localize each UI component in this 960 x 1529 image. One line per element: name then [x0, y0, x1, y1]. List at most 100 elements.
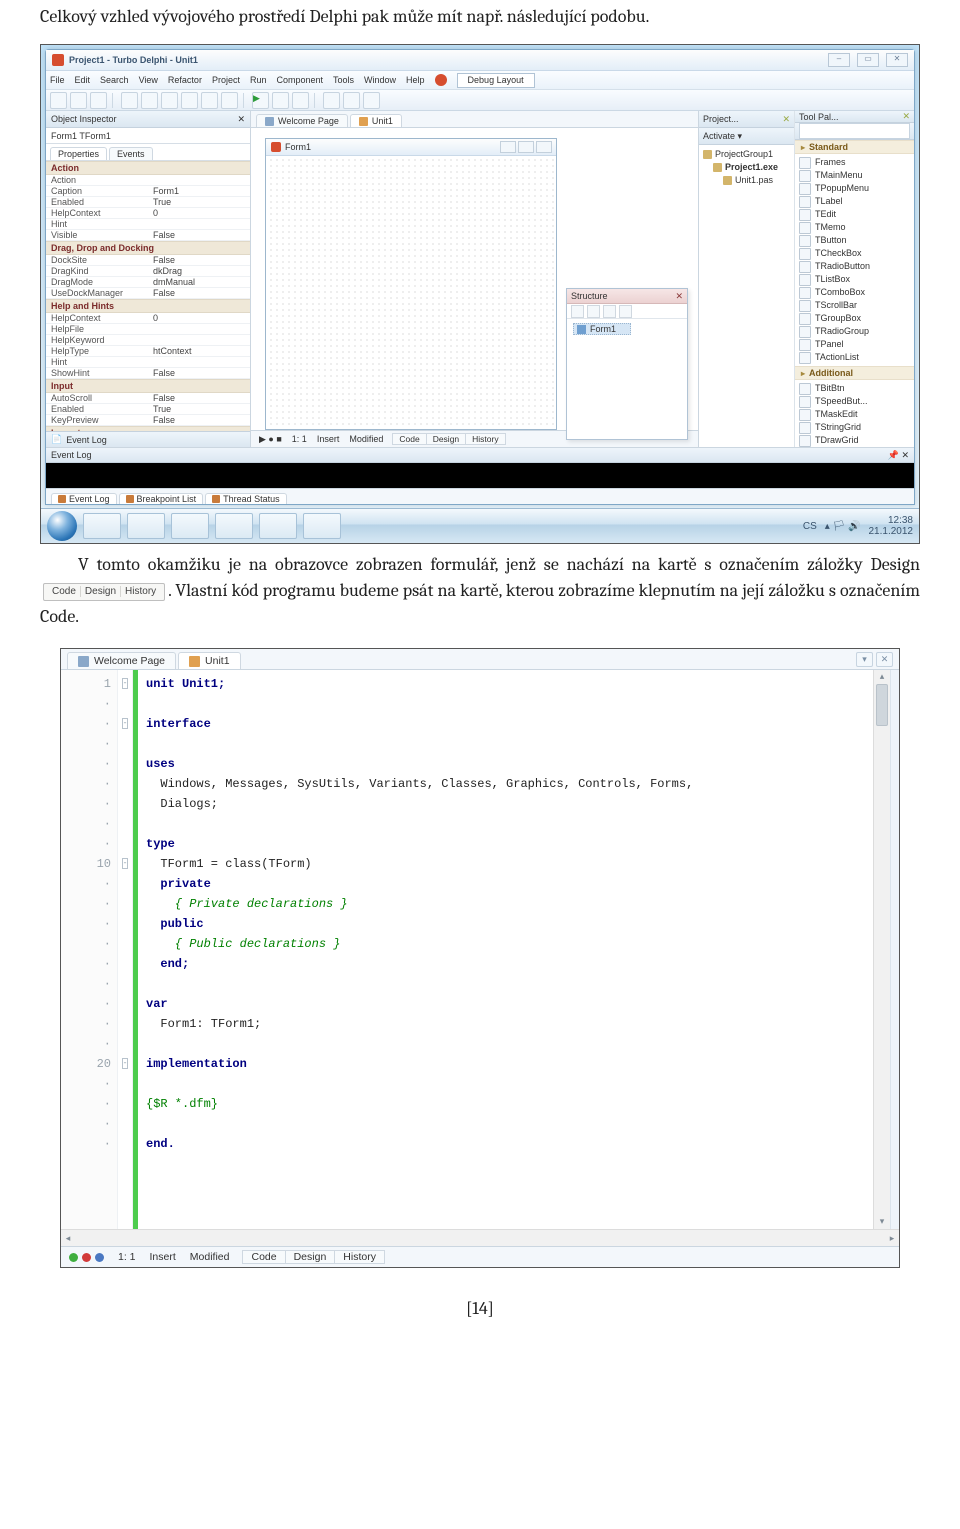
menu-edit[interactable]: Edit	[75, 75, 91, 85]
palette-item[interactable]: TActionList	[799, 351, 910, 364]
horizontal-scrollbar[interactable]: ◂▸	[61, 1229, 899, 1246]
taskbar-button[interactable]	[83, 513, 121, 539]
close-button[interactable]: ✕	[886, 53, 908, 67]
palette-item[interactable]: TEdit	[799, 208, 910, 221]
form-close[interactable]	[536, 141, 552, 153]
tray-clock[interactable]: 12:3821.1.2012	[869, 515, 914, 537]
oi-cat-input[interactable]: Input	[46, 379, 250, 393]
palette-item[interactable]: Frames	[799, 156, 910, 169]
palette-item[interactable]: TListBox	[799, 273, 910, 286]
tab-welcome[interactable]: Welcome Page	[94, 655, 165, 667]
structure-btn[interactable]	[619, 305, 632, 318]
tool-btn[interactable]	[70, 92, 87, 109]
palette-item[interactable]: TScrollBar	[799, 299, 910, 312]
bottom-tab-eventlog[interactable]: Event Log	[51, 493, 117, 504]
oi-property-grid[interactable]: Action Action CaptionForm1 EnabledTrue H…	[46, 161, 250, 431]
tree-projectgroup[interactable]: ProjectGroup1	[715, 148, 773, 161]
tool-btn[interactable]	[343, 92, 360, 109]
menu-file[interactable]: File	[50, 75, 65, 85]
form-min[interactable]	[500, 141, 516, 153]
palette-item[interactable]: TRadioButton	[799, 260, 910, 273]
palette-item[interactable]: TRadioGroup	[799, 325, 910, 338]
form1-window[interactable]: Form1	[265, 138, 557, 430]
tab-dropdown-icon[interactable]: ▾	[856, 652, 873, 667]
pal-cat-standard[interactable]: Standard	[795, 140, 914, 154]
structure-btn[interactable]	[587, 305, 600, 318]
structure-close-icon[interactable]: ✕	[675, 291, 683, 302]
tool-btn[interactable]	[161, 92, 178, 109]
palette-item[interactable]: TMaskEdit	[799, 408, 910, 421]
oi-tab-properties[interactable]: Properties	[50, 147, 107, 160]
eventlog-close-icon[interactable]: 📌 ✕	[888, 450, 909, 461]
eventlog-body[interactable]	[46, 463, 914, 488]
pause-button[interactable]	[272, 92, 289, 109]
palette-item[interactable]: TPopupMenu	[799, 182, 910, 195]
menu-run[interactable]: Run	[250, 75, 267, 85]
palette-item[interactable]: TGroupBox	[799, 312, 910, 325]
tool-btn[interactable]	[121, 92, 138, 109]
taskbar-button[interactable]	[215, 513, 253, 539]
oi-tab-events[interactable]: Events	[109, 147, 153, 160]
proj-pin-icon[interactable]: ✕	[782, 114, 790, 125]
menu-window[interactable]: Window	[364, 75, 396, 85]
menu-help[interactable]: Help	[406, 75, 425, 85]
oi-cat-help[interactable]: Help and Hints	[46, 299, 250, 313]
code-text[interactable]: unit Unit1; interface uses Windows, Mess…	[138, 670, 873, 1229]
tool-btn[interactable]	[221, 92, 238, 109]
palette-item[interactable]: TDrawGrid	[799, 434, 910, 447]
menu-tools[interactable]: Tools	[333, 75, 354, 85]
structure-panel[interactable]: Structure✕ Form1	[566, 288, 688, 440]
minimize-button[interactable]: –	[828, 53, 850, 67]
palette-item[interactable]: TBitBtn	[799, 382, 910, 395]
menu-refactor[interactable]: Refactor	[168, 75, 202, 85]
palette-item[interactable]: TPanel	[799, 338, 910, 351]
code-editor[interactable]: 1········ 10········· 20···· - - - - uni…	[61, 670, 899, 1229]
structure-btn[interactable]	[603, 305, 616, 318]
oi-cat-action[interactable]: Action	[46, 161, 250, 175]
view-tab-design[interactable]: Design	[426, 433, 466, 445]
bottom-tab-threads[interactable]: Thread Status	[205, 493, 287, 504]
fold-gutter[interactable]: - - - -	[118, 670, 133, 1229]
start-button[interactable]	[47, 511, 77, 541]
tool-btn[interactable]	[90, 92, 107, 109]
tool-btn[interactable]	[141, 92, 158, 109]
layout-combo[interactable]: Debug Layout	[457, 73, 535, 88]
bottom-tab-breakpoints[interactable]: Breakpoint List	[119, 493, 204, 504]
palette-item[interactable]: TLabel	[799, 195, 910, 208]
pal-pin-icon[interactable]: ✕	[902, 111, 910, 122]
tool-btn[interactable]	[323, 92, 340, 109]
palette-item[interactable]: TMemo	[799, 221, 910, 234]
tab-close-icon[interactable]: ✕	[876, 652, 893, 667]
vertical-scrollbar[interactable]: ▴▾	[873, 670, 890, 1229]
palette-item[interactable]: TStringGrid	[799, 421, 910, 434]
view-tab-history[interactable]: History	[334, 1250, 385, 1264]
palette-item[interactable]: TMainMenu	[799, 169, 910, 182]
form-max[interactable]	[518, 141, 534, 153]
tool-btn[interactable]	[50, 92, 67, 109]
palette-item[interactable]: TSpeedBut...	[799, 395, 910, 408]
view-tab-code[interactable]: Code	[392, 433, 426, 445]
eventlog-tab[interactable]: Event Log	[66, 435, 107, 445]
menu-component[interactable]: Component	[276, 75, 323, 85]
view-tab-history[interactable]: History	[465, 433, 505, 445]
pal-search-input[interactable]	[799, 123, 910, 139]
view-tab-design[interactable]: Design	[285, 1250, 336, 1264]
menu-view[interactable]: View	[139, 75, 158, 85]
palette-item[interactable]: TCheckBox	[799, 247, 910, 260]
oi-close-icon[interactable]: ✕	[237, 114, 245, 125]
palette-item[interactable]: TComboBox	[799, 286, 910, 299]
view-tab-code[interactable]: Code	[242, 1250, 285, 1264]
taskbar-button[interactable]	[127, 513, 165, 539]
tool-btn[interactable]	[181, 92, 198, 109]
pal-cat-additional[interactable]: Additional	[795, 366, 914, 380]
tool-btn[interactable]	[201, 92, 218, 109]
tab-unit1[interactable]: Unit1	[205, 655, 230, 667]
structure-btn[interactable]	[571, 305, 584, 318]
tool-btn[interactable]	[363, 92, 380, 109]
tree-exe[interactable]: Project1.exe	[725, 161, 778, 174]
tab-unit1[interactable]: Unit1	[372, 116, 393, 126]
menu-project[interactable]: Project	[212, 75, 240, 85]
maximize-button[interactable]: ▭	[857, 53, 879, 67]
stop-button[interactable]	[292, 92, 309, 109]
oi-cat-drag[interactable]: Drag, Drop and Docking	[46, 241, 250, 255]
